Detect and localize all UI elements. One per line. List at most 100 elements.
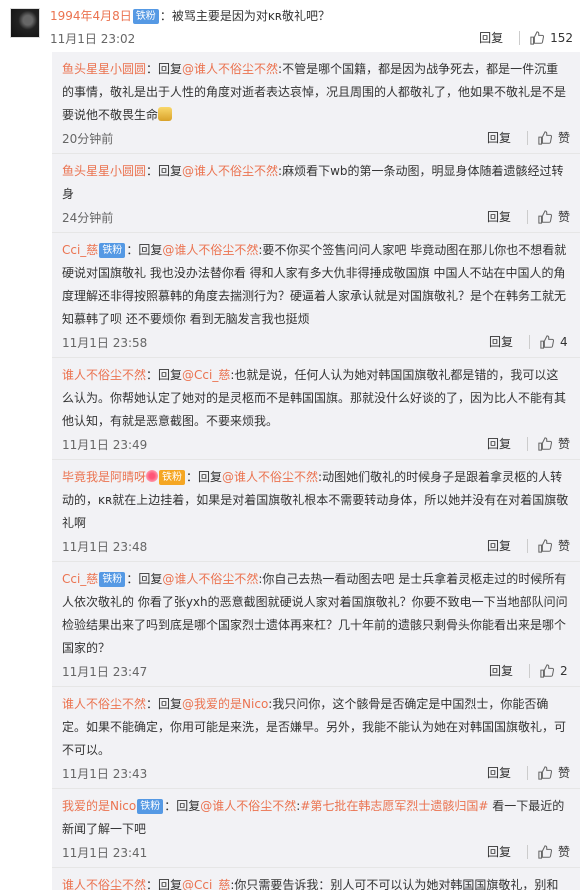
- reply-body: 鱼头星星小圆圆：回复@谁人不俗尘不然:不管是哪个国籍，都是因为战争死去，都是一件…: [62, 58, 570, 127]
- reply-body: 我爱的是Nico 铁粉 ：回复@谁人不俗尘不然:#第七批在韩志愿军烈士遗骸归国# 看…: [62, 795, 570, 841]
- reply-prefix: ：回复: [164, 799, 201, 813]
- like-count[interactable]: 赞: [558, 764, 570, 781]
- divider: [526, 436, 528, 451]
- reply-item: Cci_慈 铁粉 ：回复@谁人不俗尘不然:要不你买个签售问问人家吧 毕竟动图在那儿你…: [52, 233, 580, 358]
- fan-badge[interactable]: 铁粉: [132, 9, 159, 24]
- mention-link[interactable]: @谁人不俗尘不然: [182, 62, 278, 76]
- divider: [519, 30, 521, 45]
- reply-prefix: ：回复: [186, 470, 223, 484]
- reply-thread: 鱼头星星小圆圆：回复@谁人不俗尘不然:不管是哪个国籍，都是因为战争死去，都是一件…: [52, 52, 580, 890]
- topic-link[interactable]: #第七批在韩志愿军烈士遗骸归国#: [300, 799, 488, 813]
- thumbs-up-icon[interactable]: [538, 765, 553, 780]
- like-count[interactable]: 赞: [558, 129, 570, 146]
- reply-meta: 24分钟前 回复 赞: [62, 206, 570, 232]
- flower-icon: [146, 470, 159, 482]
- reply-time: 20分钟前: [62, 132, 114, 146]
- reply-item: 谁人不俗尘不然：回复@Cci_慈:也就是说，任何人认为她对韩国国旗敬礼都是错的，…: [52, 358, 580, 460]
- divider: [529, 334, 530, 349]
- divider: [526, 844, 528, 859]
- reply-button[interactable]: 回复: [487, 843, 511, 860]
- reply-button[interactable]: 回复: [489, 333, 513, 350]
- mention-link[interactable]: @Cci_慈: [182, 368, 230, 382]
- reply-item: 谁人不俗尘不然：回复@Cci_慈:你只需要告诉我：别人可不可以认为她对韩国国旗敬…: [52, 868, 580, 890]
- reply-button[interactable]: 回复: [487, 435, 511, 452]
- thumbs-up-icon[interactable]: [540, 334, 555, 349]
- mention-link[interactable]: @谁人不俗尘不然: [162, 243, 258, 257]
- like-count[interactable]: 赞: [558, 843, 570, 860]
- username-link[interactable]: 谁人不俗尘不然: [62, 697, 146, 711]
- comment-time: 11月1日 23:02: [50, 32, 136, 46]
- thumbs-up-icon[interactable]: [538, 436, 553, 451]
- like-count[interactable]: 赞: [558, 208, 570, 225]
- username-link[interactable]: Cci_慈: [62, 243, 98, 257]
- reply-actions: 回复 赞: [487, 537, 570, 554]
- reply-button[interactable]: 回复: [487, 129, 511, 146]
- username-link[interactable]: 谁人不俗尘不然: [62, 878, 146, 890]
- mention-link[interactable]: @谁人不俗尘不然: [182, 164, 278, 178]
- like-count[interactable]: 4: [560, 335, 570, 349]
- reply-actions: 回复 赞: [487, 129, 570, 146]
- divider: [526, 209, 528, 224]
- username-link[interactable]: 毕竟我是阿晴呀: [62, 470, 146, 484]
- reply-button[interactable]: 回复: [487, 208, 511, 225]
- thumbs-up-icon[interactable]: [538, 209, 553, 224]
- reply-time: 11月1日 23:49: [62, 438, 148, 452]
- username-link[interactable]: 谁人不俗尘不然: [62, 368, 146, 382]
- reply-body: Cci_慈 铁粉 ：回复@谁人不俗尘不然:要不你买个签售问问人家吧 毕竟动图在那儿你…: [62, 239, 570, 331]
- thumbs-up-icon[interactable]: [538, 130, 553, 145]
- username-link[interactable]: 鱼头星星小圆圆: [62, 164, 146, 178]
- mention-link[interactable]: @谁人不俗尘不然: [162, 572, 258, 586]
- reply-button[interactable]: 回复: [479, 29, 503, 46]
- mention-link[interactable]: @谁人不俗尘不然: [200, 799, 296, 813]
- reply-body: 鱼头星星小圆圆：回复@谁人不俗尘不然:麻烦看下wb的第一条动图，明显身体随着遗骸…: [62, 160, 570, 206]
- reply-actions: 回复 赞: [487, 843, 570, 860]
- like-count[interactable]: 赞: [558, 435, 570, 452]
- reply-meta: 11月1日 23:47 回复 2: [62, 660, 570, 686]
- reply-button[interactable]: 回复: [489, 662, 513, 679]
- comment-text: ：被骂主要是因为对ĸʀ敬礼吧？: [159, 9, 331, 23]
- reply-item: 鱼头星星小圆圆：回复@谁人不俗尘不然:麻烦看下wb的第一条动图，明显身体随着遗骸…: [52, 154, 580, 233]
- fan-badge[interactable]: 铁粉: [137, 799, 164, 814]
- reply-meta: 11月1日 23:58 回复 4: [62, 331, 570, 357]
- username-link[interactable]: Cci_慈: [62, 572, 98, 586]
- divider: [529, 663, 530, 678]
- thumbs-up-icon[interactable]: [538, 844, 553, 859]
- reply-prefix: ：回复: [126, 572, 163, 586]
- top-comment-body: 1994年4月8日 铁粉 ：被骂主要是因为对ĸʀ敬礼吧？: [50, 8, 330, 24]
- fan-badge[interactable]: 铁粉: [99, 572, 126, 587]
- mention-link[interactable]: @谁人不俗尘不然: [222, 470, 318, 484]
- mention-link[interactable]: @我爱的是Nico: [182, 697, 268, 711]
- mention-link[interactable]: @Cci_慈: [182, 878, 230, 890]
- reply-actions: 回复 赞: [487, 435, 570, 452]
- username-link[interactable]: 鱼头星星小圆圆: [62, 62, 146, 76]
- divider: [526, 765, 528, 780]
- thumbs-up-icon[interactable]: [530, 30, 545, 45]
- reply-time: 11月1日 23:43: [62, 767, 148, 781]
- reply-item: 毕竟我是阿晴呀 铁粉 ：回复@谁人不俗尘不然:动图她们敬礼的时候身子是跟着拿灵柩的人…: [52, 460, 580, 562]
- fan-badge[interactable]: 铁粉: [159, 470, 186, 485]
- thumbs-up-icon[interactable]: [540, 663, 555, 678]
- reply-button[interactable]: 回复: [487, 537, 511, 554]
- like-count[interactable]: 2: [560, 664, 570, 678]
- like-count[interactable]: 赞: [558, 537, 570, 554]
- avatar[interactable]: [10, 8, 40, 38]
- divider: [526, 538, 528, 553]
- username-link[interactable]: 我爱的是Nico: [62, 799, 136, 813]
- reply-prefix: ：回复: [146, 368, 183, 382]
- reply-item: 鱼头星星小圆圆：回复@谁人不俗尘不然:不管是哪个国籍，都是因为战争死去，都是一件…: [52, 52, 580, 154]
- reply-button[interactable]: 回复: [487, 764, 511, 781]
- comment-actions: 回复 152: [479, 29, 573, 46]
- like-count[interactable]: 152: [550, 31, 573, 45]
- reply-meta: 20分钟前 回复 赞: [62, 127, 570, 153]
- thumbs-up-icon[interactable]: [538, 538, 553, 553]
- reply-meta: 11月1日 23:48 回复 赞: [62, 535, 570, 561]
- reply-body: Cci_慈 铁粉 ：回复@谁人不俗尘不然:你自己去热一看动图去吧 是士兵拿着灵柩走过…: [62, 568, 570, 660]
- reply-prefix: ：回复: [126, 243, 163, 257]
- reply-prefix: ：回复: [146, 164, 183, 178]
- reply-time: 11月1日 23:58: [62, 336, 148, 350]
- username-link[interactable]: 1994年4月8日: [50, 9, 132, 23]
- reply-item: Cci_慈 铁粉 ：回复@谁人不俗尘不然:你自己去热一看动图去吧 是士兵拿着灵柩走过…: [52, 562, 580, 687]
- fan-badge[interactable]: 铁粉: [99, 243, 126, 258]
- emoji-icon: [158, 107, 173, 121]
- reply-body: 毕竟我是阿晴呀 铁粉 ：回复@谁人不俗尘不然:动图她们敬礼的时候身子是跟着拿灵柩的人…: [62, 466, 570, 535]
